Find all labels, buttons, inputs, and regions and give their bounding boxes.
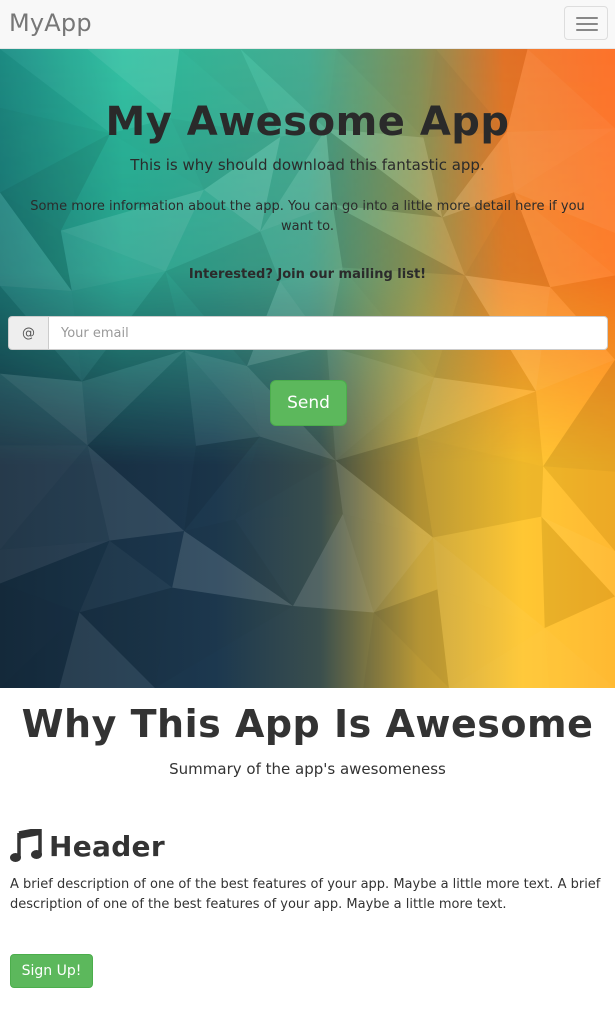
hero-title: My Awesome App (105, 99, 510, 145)
music-note-icon (10, 829, 42, 862)
hero-info-text: Some more information about the app. You… (30, 199, 585, 234)
at-sign-icon: @ (8, 316, 48, 350)
section-summary: Summary of the app's awesomeness (169, 760, 446, 778)
navbar: MyApp (0, 0, 615, 49)
hero-section: My Awesome App This is why should downlo… (0, 49, 615, 688)
feature-title: Header (49, 829, 165, 863)
hero-content: My Awesome App This is why should downlo… (0, 49, 615, 688)
sign-up-button[interactable]: Sign Up! (10, 954, 93, 988)
send-button[interactable]: Send (270, 380, 347, 426)
feature-header: Header (10, 826, 165, 866)
feature-description: A brief description of one of the best f… (10, 877, 601, 912)
email-input[interactable] (48, 316, 608, 350)
brand-link[interactable]: MyApp (9, 9, 92, 37)
hero-subtitle: This is why should download this fantast… (130, 156, 485, 174)
section-title: Why This App Is Awesome (21, 702, 594, 746)
email-input-group: @ (8, 316, 608, 350)
navbar-toggle-button[interactable] (564, 6, 608, 40)
mailing-list-prompt: Interested? Join our mailing list! (188, 267, 427, 282)
